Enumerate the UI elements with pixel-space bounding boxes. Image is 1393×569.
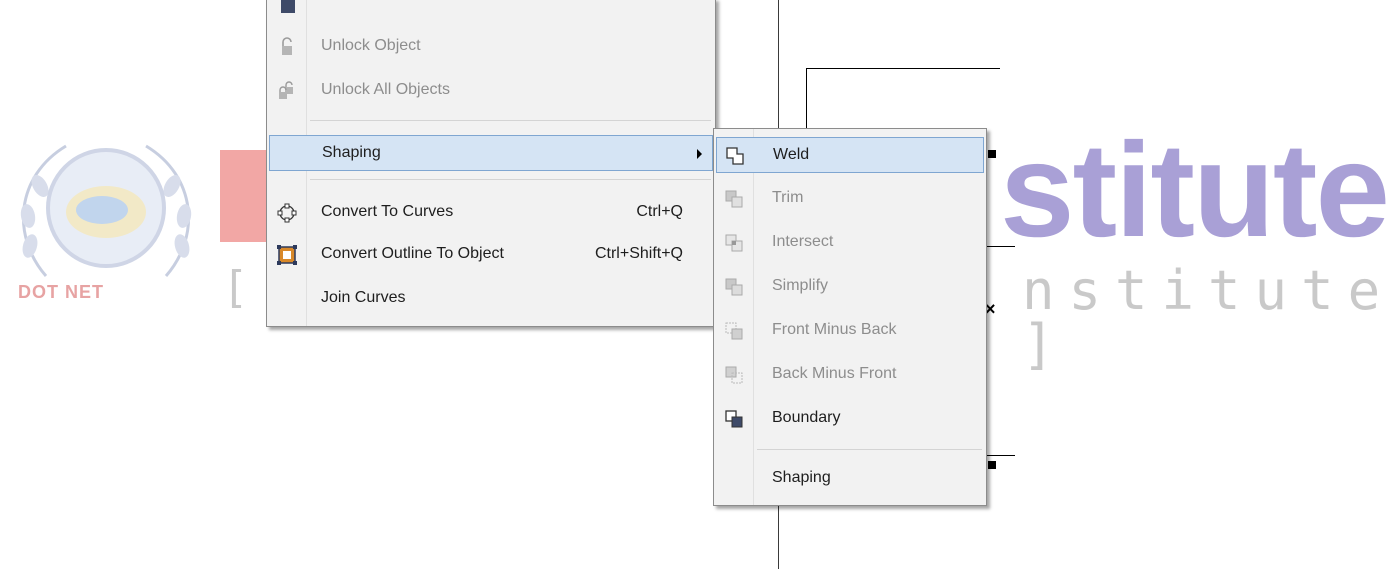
menu-item-intersect[interactable]: Intersect: [716, 225, 984, 261]
menu-item-label: Join Curves: [321, 289, 406, 306]
menu-separator: [310, 179, 711, 180]
trim-icon: [725, 190, 743, 208]
menu-item-join-curves[interactable]: Join Curves: [269, 281, 713, 317]
convert-outline-icon: [277, 245, 297, 265]
canvas-node-2[interactable]: [988, 461, 996, 469]
menu-item-label: Back Minus Front: [772, 365, 897, 382]
submenu-arrow-icon: [697, 149, 702, 159]
watermark-red-block: [220, 150, 272, 242]
menu-item-label: Trim: [772, 189, 804, 206]
partial-menu-icon: [281, 0, 295, 13]
boundary-icon: [725, 410, 743, 428]
menu-item-label: Shaping: [322, 144, 381, 161]
menu-item-label: Intersect: [772, 233, 834, 250]
menu-item-shortcut: Ctrl+Q: [636, 203, 683, 220]
menu-item-shaping-docker[interactable]: Shaping: [716, 461, 984, 497]
watermark-brand-subtext: nstitute ]: [1022, 259, 1393, 376]
menu-item-label: Unlock Object: [321, 37, 421, 54]
menu-item-unlock-all-objects[interactable]: Unlock All Objects: [269, 73, 713, 109]
watermark-logo-text: DOT NET: [18, 282, 104, 302]
weld-icon: [726, 147, 744, 165]
menu-item-front-minus-back[interactable]: Front Minus Back: [716, 313, 984, 349]
canvas-shape-bottom-edge: [985, 455, 1015, 456]
menu-separator: [757, 449, 982, 450]
menu-item-simplify[interactable]: Simplify: [716, 269, 984, 305]
menu-item-back-minus-front[interactable]: Back Minus Front: [716, 357, 984, 393]
canvas-shape-mid-edge: [985, 246, 1015, 247]
menu-item-label: Convert To Curves: [321, 203, 454, 220]
canvas-node-1[interactable]: [988, 150, 996, 158]
convert-to-curves-icon: [277, 203, 297, 223]
menu-item-convert-to-curves[interactable]: Convert To Curves Ctrl+Q: [269, 195, 713, 231]
menu-item-weld[interactable]: Weld: [716, 137, 984, 173]
menu-item-label: Front Minus Back: [772, 321, 897, 338]
menu-item-label: Shaping: [772, 469, 831, 486]
menu-item-label: Boundary: [772, 409, 841, 426]
menu-item-label: Convert Outline To Object: [321, 245, 504, 262]
back-minus-front-icon: [725, 366, 743, 384]
menu-item-label: Unlock All Objects: [321, 81, 450, 98]
front-minus-back-icon: [725, 322, 743, 340]
context-menu: Unlock Object Unlock All Objects Shaping…: [266, 0, 716, 327]
menu-item-convert-outline-to-object[interactable]: Convert Outline To Object Ctrl+Shift+Q: [269, 237, 713, 273]
menu-item-shaping[interactable]: Shaping: [269, 135, 713, 171]
watermark-bracket: [: [222, 262, 249, 313]
menu-item-label: Weld: [773, 146, 810, 163]
unlock-icon: [282, 37, 292, 55]
shaping-submenu: Weld Trim Intersect Simplify Front Minus…: [713, 128, 987, 506]
watermark-brand-text: stitute: [1000, 116, 1390, 265]
menu-item-shortcut: Ctrl+Shift+Q: [594, 245, 683, 262]
canvas-shape-top-edge: [806, 68, 1000, 69]
menu-item-trim[interactable]: Trim: [716, 181, 984, 217]
intersect-icon: [725, 234, 743, 252]
menu-separator: [310, 120, 711, 121]
menu-item-boundary[interactable]: Boundary: [716, 401, 984, 437]
menu-item-label: Simplify: [772, 277, 829, 294]
menu-item-unlock-object[interactable]: Unlock Object: [269, 29, 713, 65]
unlock-all-icon: [279, 81, 293, 99]
canvas-shape-left-edge: [806, 68, 807, 132]
simplify-icon: [725, 278, 743, 296]
